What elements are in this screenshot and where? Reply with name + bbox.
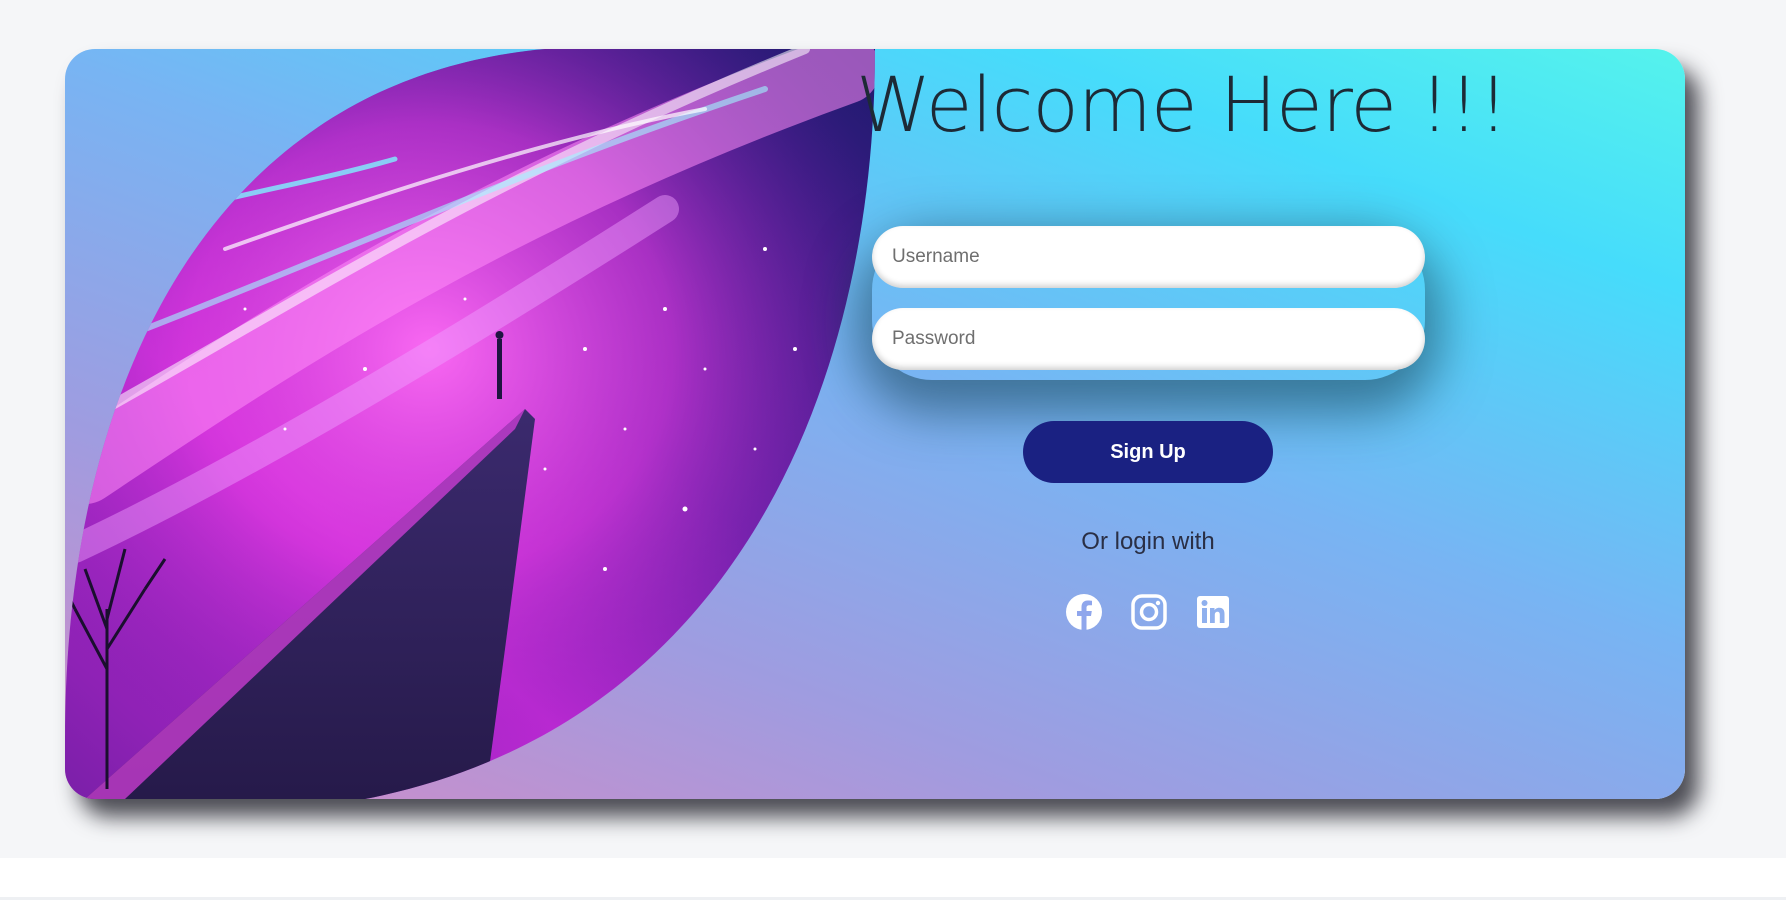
- sign-up-button[interactable]: Sign Up: [1023, 421, 1273, 483]
- linkedin-icon[interactable]: [1193, 592, 1233, 632]
- alt-login-text: Or login with: [1081, 528, 1215, 555]
- galaxy-illustration: [65, 49, 875, 799]
- username-input[interactable]: [872, 226, 1425, 288]
- welcome-title: Welcome Here !!!: [856, 60, 1509, 149]
- login-card: [65, 49, 1685, 799]
- instagram-icon[interactable]: [1129, 592, 1169, 632]
- facebook-icon[interactable]: [1064, 592, 1104, 632]
- page-footer-area: [0, 858, 1786, 900]
- password-input[interactable]: [872, 308, 1425, 370]
